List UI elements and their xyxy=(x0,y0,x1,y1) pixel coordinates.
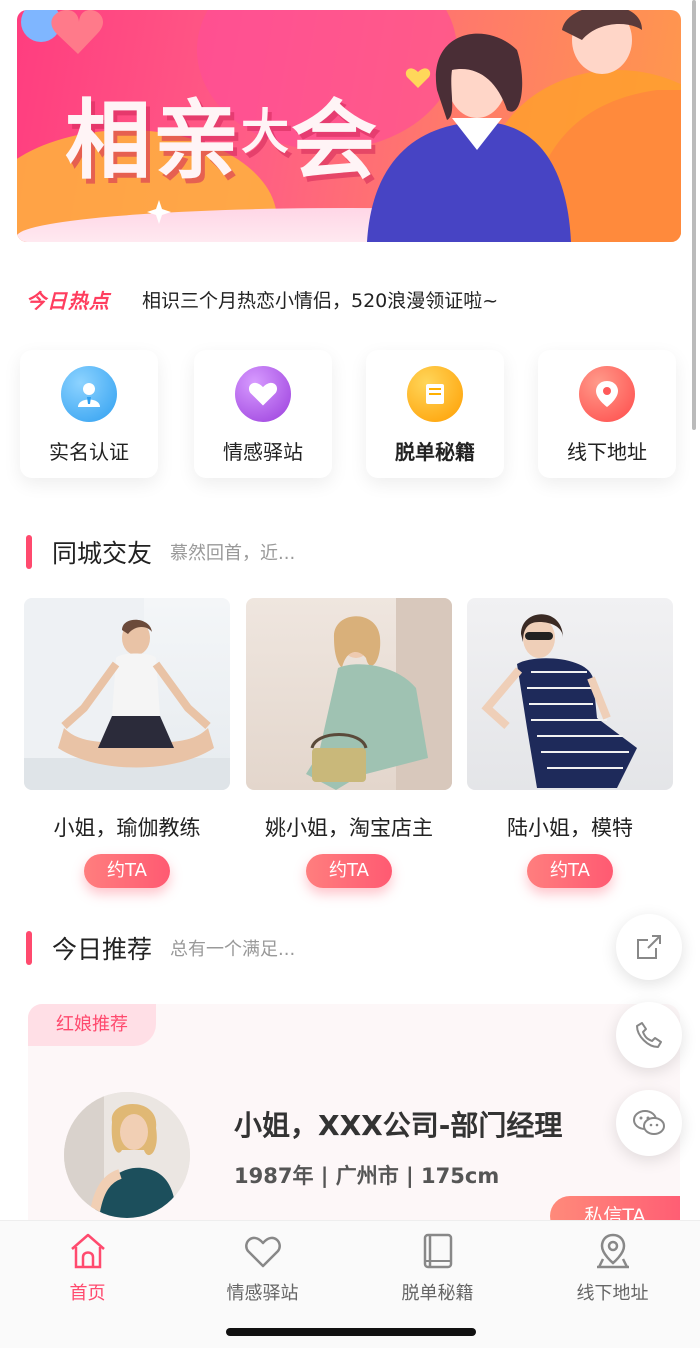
hot-news-bar[interactable]: 今日热点 相识三个月热恋小情侣，520浪漫领证啦~ xyxy=(26,282,676,316)
user-verify-icon xyxy=(61,366,117,422)
recommend-name: 小姐，XXX公司-部门经理 xyxy=(234,1109,563,1142)
couple-illustration xyxy=(367,10,681,242)
share-icon xyxy=(637,935,661,959)
section-heading-recommend: 今日推荐 总有一个满足... xyxy=(26,928,295,968)
section-title: 同城交友 xyxy=(52,539,153,568)
share-button[interactable] xyxy=(616,914,682,980)
hot-news-text[interactable]: 相识三个月热恋小情侣，520浪漫领证啦~ xyxy=(142,286,498,313)
date-button[interactable]: 约TA xyxy=(306,854,392,888)
book-outline-icon xyxy=(423,1233,452,1269)
quick-entry-label: 情感驿站 xyxy=(223,440,303,464)
quick-entry-label: 脱单秘籍 xyxy=(395,440,475,464)
section-title: 今日推荐 xyxy=(52,935,153,964)
section-subtitle: 总有一个满足... xyxy=(170,939,296,960)
tab-label: 首页 xyxy=(69,1283,106,1304)
friend-photo[interactable] xyxy=(246,598,452,790)
friend-name: 姚小姐，淘宝店主 xyxy=(265,816,433,840)
map-pin-icon xyxy=(596,1233,629,1269)
avatar[interactable] xyxy=(64,1092,190,1218)
scrollbar[interactable] xyxy=(692,0,696,430)
friend-card[interactable]: 姚小姐，淘宝店主 约TA xyxy=(246,598,452,888)
home-indicator[interactable] xyxy=(226,1328,476,1336)
home-icon xyxy=(70,1233,105,1269)
section-subtitle: 慕然回首，近... xyxy=(170,543,296,564)
section-accent-bar xyxy=(26,931,32,965)
star-icon xyxy=(147,200,171,224)
quick-entry-real-name[interactable]: 实名认证 xyxy=(20,350,158,478)
quick-entry-address[interactable]: 线下地址 xyxy=(538,350,676,478)
recommend-card[interactable]: 红娘推荐 小姐，XXX公司-部门经理 1987年 | 广州市 | 175cm 私… xyxy=(28,1004,680,1234)
friend-card[interactable]: 小姐，瑜伽教练 约TA xyxy=(24,598,230,888)
quick-entry-label: 实名认证 xyxy=(49,440,129,464)
heart-outline-icon xyxy=(244,1236,281,1268)
book-icon xyxy=(407,366,463,422)
tab-home[interactable]: 首页 xyxy=(0,1229,175,1305)
wechat-button[interactable] xyxy=(616,1090,682,1156)
tab-emotion[interactable]: 情感驿站 xyxy=(175,1229,350,1305)
balloon-icon xyxy=(17,10,107,64)
banner-title: 相亲大会 xyxy=(65,91,380,191)
quick-entry-label: 线下地址 xyxy=(567,440,647,464)
tab-label: 情感驿站 xyxy=(226,1283,299,1304)
recommend-info: 1987年 | 广州市 | 175cm xyxy=(234,1164,500,1188)
tab-label: 线下地址 xyxy=(576,1283,649,1304)
section-accent-bar xyxy=(26,535,32,569)
friend-photo[interactable] xyxy=(24,598,230,790)
matchmaker-badge: 红娘推荐 xyxy=(28,1004,156,1046)
friend-name: 陆小姐，模特 xyxy=(507,816,633,840)
section-heading-city: 同城交友 慕然回首，近... xyxy=(26,532,295,572)
wechat-icon xyxy=(633,1110,665,1135)
tab-label: 脱单秘籍 xyxy=(401,1283,474,1304)
date-button[interactable]: 约TA xyxy=(527,854,613,888)
hot-news-tag: 今日热点 xyxy=(26,288,110,313)
banner[interactable]: 相亲大会 xyxy=(17,10,681,242)
friend-name: 小姐，瑜伽教练 xyxy=(53,816,201,840)
call-button[interactable] xyxy=(616,1002,682,1068)
friend-photo[interactable] xyxy=(467,598,673,790)
phone-icon xyxy=(636,1022,662,1048)
friend-card[interactable]: 陆小姐，模特 约TA xyxy=(467,598,673,888)
quick-entry-emotion[interactable]: 情感驿站 xyxy=(194,350,332,478)
quick-entry-tips[interactable]: 脱单秘籍 xyxy=(366,350,504,478)
heart-icon xyxy=(235,366,291,422)
tab-address[interactable]: 线下地址 xyxy=(525,1229,700,1305)
date-button[interactable]: 约TA xyxy=(84,854,170,888)
tab-tips[interactable]: 脱单秘籍 xyxy=(350,1229,525,1305)
location-pin-icon xyxy=(579,366,635,422)
